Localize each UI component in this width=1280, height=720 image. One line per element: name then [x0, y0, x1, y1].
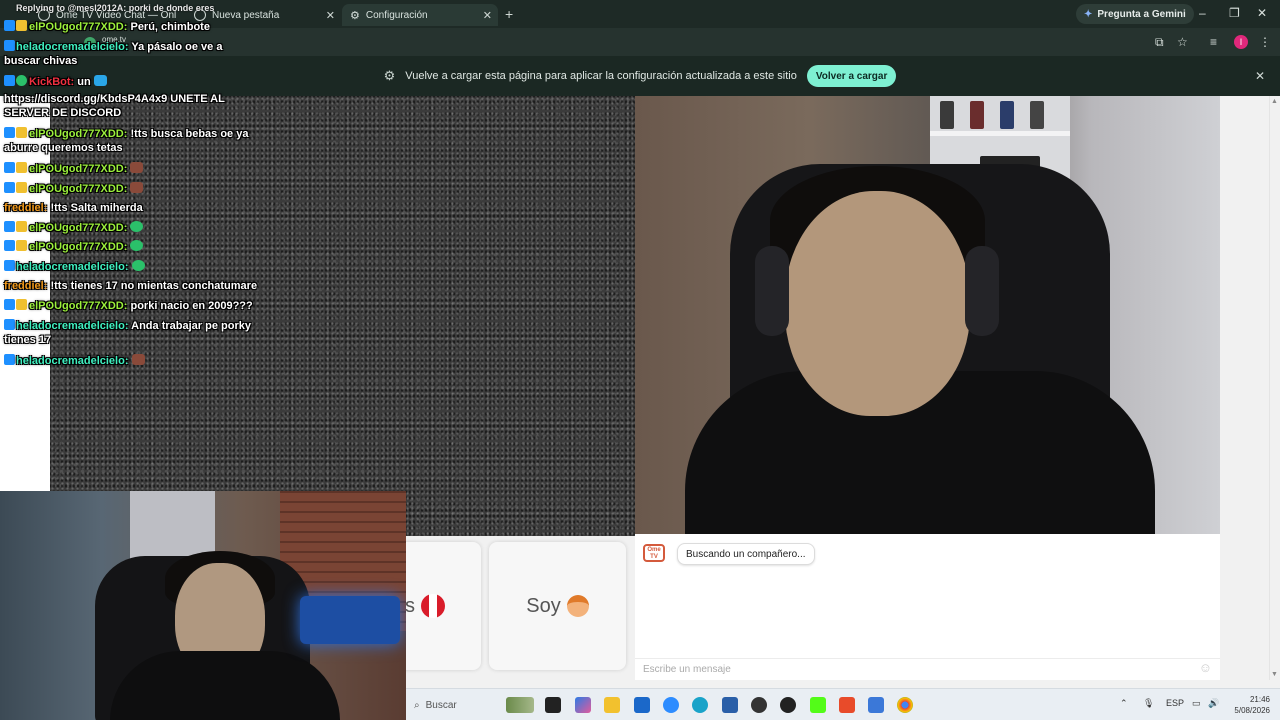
country-card-label: s: [405, 594, 415, 617]
scroll-up-icon[interactable]: ▲: [1271, 98, 1278, 105]
search-placeholder: Buscar: [425, 699, 457, 711]
store-icon[interactable]: [575, 697, 591, 713]
tab-ometv[interactable]: Ome TV Video Chat — Onl: [30, 4, 190, 26]
star-icon[interactable]: ☆: [1177, 35, 1188, 49]
page-scrollbar[interactable]: ▲ ▼: [1269, 96, 1280, 680]
gender-card-label: Soy: [526, 594, 561, 617]
close-icon[interactable]: ✕: [1257, 6, 1267, 20]
language-label[interactable]: ESP: [1166, 698, 1184, 708]
filter-cards: s Soy: [393, 542, 635, 670]
chevron-up-icon[interactable]: ⌃: [1120, 698, 1128, 709]
install-icon[interactable]: ⧉: [1155, 35, 1164, 50]
app-icon[interactable]: [868, 697, 884, 713]
gear-icon: ⚙: [383, 68, 396, 83]
infobar-message: Vuelve a cargar esta página para aplicar…: [405, 70, 797, 82]
reload-infobar: ⚙ Vuelve a cargar esta página para aplic…: [0, 56, 1280, 96]
volume-icon[interactable]: 🔊: [1208, 698, 1219, 709]
url-text[interactable]: ome.tv: [102, 35, 126, 44]
person-body: [110, 651, 340, 720]
status-bubble: Buscando un compañero...: [677, 543, 815, 565]
gemini-label: Pregunta a Gemini: [1097, 8, 1186, 20]
monitor-icon[interactable]: ▭: [1192, 698, 1201, 709]
avatar[interactable]: I: [1234, 35, 1248, 49]
headphones: [965, 246, 999, 336]
sparkle-icon: ✦: [1084, 8, 1093, 20]
widget-icon[interactable]: [506, 697, 534, 713]
logo-text: Ome TV: [647, 547, 661, 560]
vpn-icon[interactable]: [722, 697, 738, 713]
person-face: [785, 191, 970, 416]
clock[interactable]: 21:46 5/08/2026: [1234, 694, 1270, 716]
gear-icon: ⚙: [350, 9, 360, 22]
ometv-logo-icon: Ome TV: [643, 544, 665, 562]
zoom-icon[interactable]: [663, 697, 679, 713]
boy-face-icon: [566, 595, 589, 617]
taskbar: ⌕ Buscar ⌃ 🎙 ESP ▭ 🔊 21:46 5/08/2026: [406, 688, 1280, 720]
page-left-margin: [0, 96, 50, 491]
close-icon[interactable]: ✕: [1255, 69, 1265, 83]
scroll-down-icon[interactable]: ▼: [1271, 671, 1278, 678]
partner-video-static: [50, 96, 635, 536]
close-icon[interactable]: ✕: [483, 9, 492, 22]
tab-settings[interactable]: ⚙ Configuración ✕: [342, 4, 498, 26]
maximize-icon[interactable]: ❐: [1229, 6, 1240, 20]
screen: Ome TV Video Chat — Onl Nueva pestaña ✕ …: [0, 0, 1280, 720]
self-video: [635, 96, 1220, 534]
menu-icon[interactable]: ⋮: [1259, 35, 1271, 49]
message-input[interactable]: Escribe un mensaje: [635, 658, 1220, 678]
edge-icon[interactable]: [692, 697, 708, 713]
chrome-icon[interactable]: [897, 697, 913, 713]
tab-bar: Ome TV Video Chat — Onl Nueva pestaña ✕ …: [0, 0, 1280, 28]
microphone: [300, 596, 400, 644]
gemini-button[interactable]: ✦ Pregunta a Gemini: [1076, 4, 1194, 24]
task-view-icon[interactable]: [545, 697, 561, 713]
app-icon[interactable]: [780, 697, 796, 713]
clock-time: 21:46: [1249, 695, 1270, 704]
globe-icon: [38, 9, 50, 21]
app-icon[interactable]: [634, 697, 650, 713]
minimize-icon[interactable]: –: [1199, 6, 1206, 20]
kick-icon[interactable]: [810, 697, 826, 713]
streamer-webcam: [0, 491, 406, 720]
tab-label: Configuración: [365, 9, 428, 21]
brave-icon[interactable]: [839, 697, 855, 713]
search-icon: ⌕: [414, 699, 420, 711]
country-card[interactable]: s: [393, 542, 481, 670]
microphone-icon[interactable]: 🎙: [1143, 698, 1154, 709]
reload-button[interactable]: Volver a cargar: [806, 65, 897, 87]
status-text: Buscando un compañero...: [686, 548, 806, 560]
address-toolbar: ome.tv ⧉ ☆ ≡ ⋮: [0, 28, 1280, 56]
new-tab-button[interactable]: +: [505, 6, 513, 22]
peru-flag-icon: [421, 594, 445, 618]
tab-label: Ome TV Video Chat — Onl: [56, 9, 177, 21]
ometv-chat-panel: Ome TV Buscando un compañero... Escribe …: [635, 534, 1220, 680]
site-icon: [84, 37, 96, 49]
headphones: [755, 246, 789, 336]
steam-icon[interactable]: [751, 697, 767, 713]
tab-new[interactable]: Nueva pestaña ✕: [186, 4, 341, 26]
emoji-icon[interactable]: ☺: [1199, 660, 1212, 675]
media-icon[interactable]: ≡: [1210, 35, 1217, 49]
tab-label: Nueva pestaña: [212, 9, 280, 21]
folder-icon[interactable]: [604, 697, 620, 713]
gender-card[interactable]: Soy: [489, 542, 626, 670]
globe-icon: [194, 9, 206, 21]
close-icon[interactable]: ✕: [326, 9, 335, 22]
clock-date: 5/08/2026: [1234, 706, 1270, 715]
